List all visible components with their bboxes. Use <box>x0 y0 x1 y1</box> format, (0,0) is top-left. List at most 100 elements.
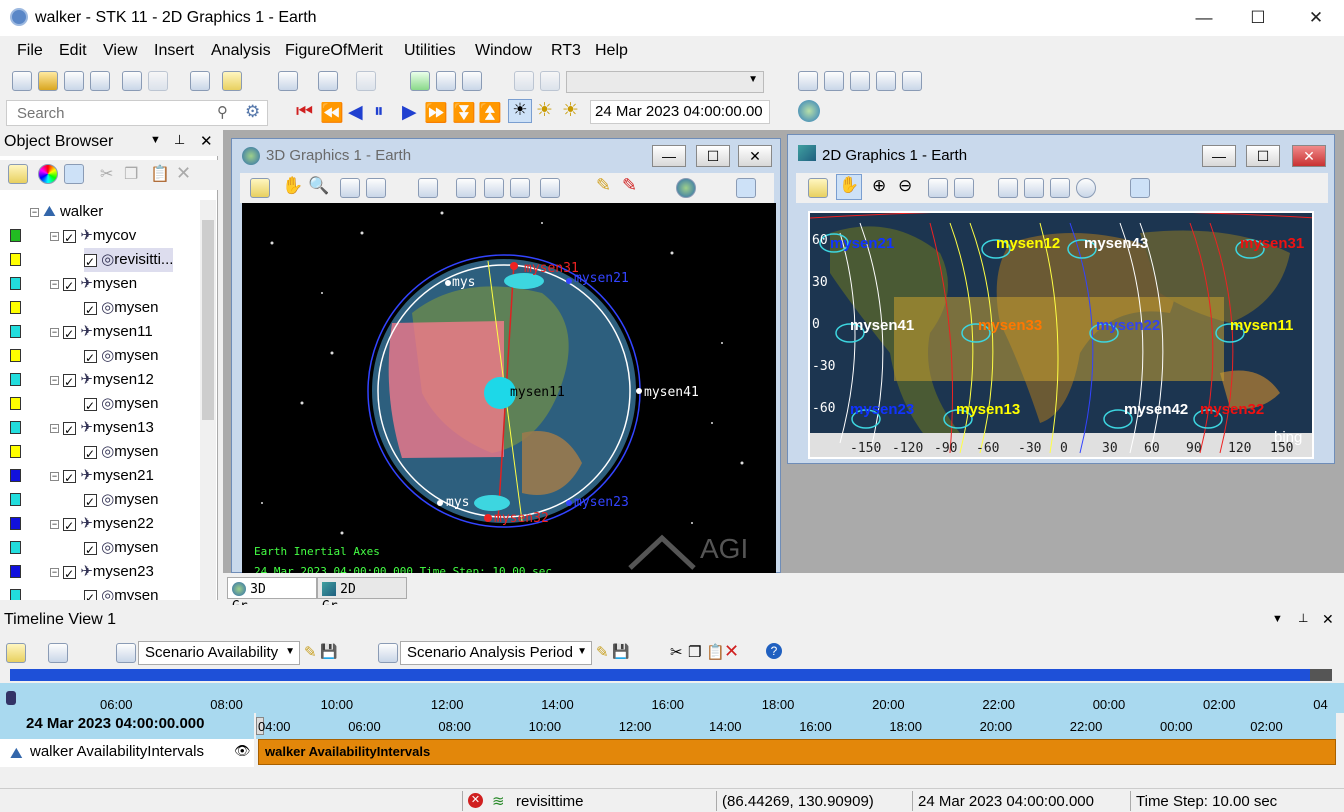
snapshot-icon[interactable] <box>928 178 948 198</box>
checkbox-toggle-icon[interactable] <box>64 164 84 184</box>
minimize-button[interactable]: — <box>1176 0 1232 36</box>
refresh-icon[interactable] <box>462 71 482 91</box>
color-swatch[interactable] <box>10 373 21 386</box>
coverage-icon[interactable] <box>436 71 456 91</box>
tab-3d-graphics[interactable]: 3D Gr... <box>227 577 317 614</box>
window-3d-close[interactable]: ✕ <box>738 145 772 167</box>
properties-icon[interactable] <box>148 71 168 91</box>
menu-edit[interactable]: Edit <box>59 42 87 60</box>
properties-icon[interactable] <box>808 178 828 198</box>
timeline-row-header[interactable]: ⛰ walker AvailabilityIntervals 👁 <box>0 739 254 767</box>
cut-icon[interactable]: ✂ <box>100 164 113 184</box>
pin-icon[interactable]: ⊥ <box>174 132 185 148</box>
color-swatch[interactable] <box>10 469 21 482</box>
color-swatch[interactable] <box>10 301 21 314</box>
access-icon[interactable] <box>318 71 338 91</box>
globe-manager-icon[interactable] <box>736 178 756 198</box>
color-swatch[interactable] <box>10 229 21 242</box>
home-view-icon[interactable] <box>456 178 476 198</box>
menu-file[interactable]: File <box>17 42 43 60</box>
tree-scrollbar[interactable] <box>200 200 216 600</box>
menu-utilities[interactable]: Utilities <box>404 42 456 60</box>
visibility-checkbox[interactable] <box>63 274 77 298</box>
zoom-out-icon[interactable]: ⊖ <box>898 176 912 196</box>
notes-icon[interactable] <box>8 164 28 184</box>
edit-pencil-icon[interactable]: ✎ <box>304 643 317 661</box>
color-swatch[interactable] <box>10 541 21 554</box>
snapshot-icon[interactable] <box>340 178 360 198</box>
tree-item[interactable]: − ✈mysen <box>50 272 137 298</box>
animation-time-field[interactable]: 24 Mar 2023 04:00:00.00 <box>590 100 770 124</box>
tree-item[interactable]: ◎mysen <box>84 440 158 466</box>
record-icon[interactable] <box>366 178 386 198</box>
visibility-checkbox[interactable] <box>63 418 77 442</box>
color-swatch[interactable] <box>10 445 21 458</box>
tree-item[interactable]: − ✈mysen21 <box>50 464 154 490</box>
availability-interval-bar[interactable]: walker AvailabilityIntervals <box>258 739 1336 765</box>
visibility-checkbox[interactable] <box>63 562 77 586</box>
window-3d-minimize[interactable]: — <box>652 145 686 167</box>
zoom-in-icon[interactable]: ⊕ <box>872 176 886 196</box>
tree-root[interactable]: − ⛰ walker <box>30 200 103 224</box>
collapse-icon[interactable]: − <box>50 567 59 577</box>
tree-item[interactable]: − ✈mysen13 <box>50 416 154 442</box>
collapse-icon[interactable]: − <box>50 327 59 337</box>
timeline-overview-bar[interactable] <box>10 669 1332 681</box>
edit-pencil-icon[interactable]: ✎ <box>596 643 609 661</box>
tree-item[interactable]: ◎mysen <box>84 584 158 600</box>
globe-icon[interactable] <box>798 100 820 122</box>
tab-2d-graphics[interactable]: 2D Gr... <box>317 577 407 614</box>
visibility-checkbox[interactable] <box>84 298 97 322</box>
eye-icon[interactable]: 👁 <box>234 743 251 759</box>
report-icon[interactable] <box>222 71 242 91</box>
tree-item[interactable]: ◎mysen <box>84 296 158 322</box>
search-icon[interactable]: ⚲ <box>217 103 228 121</box>
help-icon[interactable]: ? <box>766 643 782 659</box>
measure-icon[interactable] <box>998 178 1018 198</box>
search-input[interactable] <box>9 103 209 123</box>
copy-icon[interactable]: ❐ <box>124 164 138 184</box>
annotate-icon[interactable]: ✎ <box>622 175 637 196</box>
close-button[interactable]: ✕ <box>1288 0 1344 36</box>
visibility-checkbox[interactable] <box>84 394 97 418</box>
projection-icon[interactable] <box>1076 178 1096 198</box>
availability-icon[interactable] <box>116 643 136 663</box>
tree-item[interactable]: − ✈mysen12 <box>50 368 154 394</box>
play-backward-icon[interactable]: ◀ <box>348 101 363 124</box>
collapse-icon[interactable]: − <box>50 375 59 385</box>
timeline-axis[interactable]: 04:00 06:00 08:00 10:00 12:00 14:00 16:00 18:00… <box>256 713 1336 739</box>
copy-icon[interactable]: ❐ <box>688 643 701 661</box>
object-select-dropdown[interactable]: ▼ <box>566 71 764 93</box>
tree-item[interactable]: ◎mysen <box>84 536 158 562</box>
tool-a-icon[interactable] <box>514 71 534 91</box>
analysis-period-icon[interactable] <box>378 643 398 663</box>
tree-item[interactable]: ◎mysen <box>84 488 158 514</box>
visibility-checkbox[interactable] <box>84 442 97 466</box>
error-icon[interactable]: ✕ <box>468 793 483 808</box>
menu-figureofmerit[interactable]: FigureOfMerit <box>285 42 383 60</box>
pause-icon[interactable]: ⏸ <box>374 101 384 123</box>
play-forward-icon[interactable]: ▶ <box>402 101 417 124</box>
tool-b-icon[interactable] <box>540 71 560 91</box>
export-icon[interactable] <box>850 71 870 91</box>
insert-object-icon[interactable] <box>122 71 142 91</box>
color-swatch[interactable] <box>10 277 21 290</box>
color-swatch[interactable] <box>10 565 21 578</box>
tree-item[interactable]: − ✈mysen23 <box>50 560 154 586</box>
window-2d-close[interactable]: ✕ <box>1292 145 1326 167</box>
visibility-checkbox[interactable] <box>63 370 77 394</box>
chain-icon[interactable] <box>410 71 430 91</box>
menu-help[interactable]: Help <box>595 42 628 60</box>
window-2d-graphics[interactable]: 2D Graphics 1 - Earth — ☐ ✕ ✋ ⊕ ⊖ mysen2… <box>787 134 1335 464</box>
color-swatch[interactable] <box>10 517 21 530</box>
orient-icon[interactable] <box>484 178 504 198</box>
maximize-button[interactable]: ☐ <box>1230 0 1286 36</box>
color-swatch[interactable] <box>10 397 21 410</box>
visibility-checkbox[interactable] <box>84 250 97 274</box>
availability-combo[interactable]: Scenario Availability ▼ <box>138 641 300 665</box>
tree-item[interactable]: ◎revisitti... <box>84 248 174 274</box>
save-icon[interactable]: 💾 <box>612 643 629 660</box>
visibility-checkbox[interactable] <box>63 466 77 490</box>
visibility-checkbox[interactable] <box>84 538 97 562</box>
menu-rt3[interactable]: RT3 <box>551 42 581 60</box>
